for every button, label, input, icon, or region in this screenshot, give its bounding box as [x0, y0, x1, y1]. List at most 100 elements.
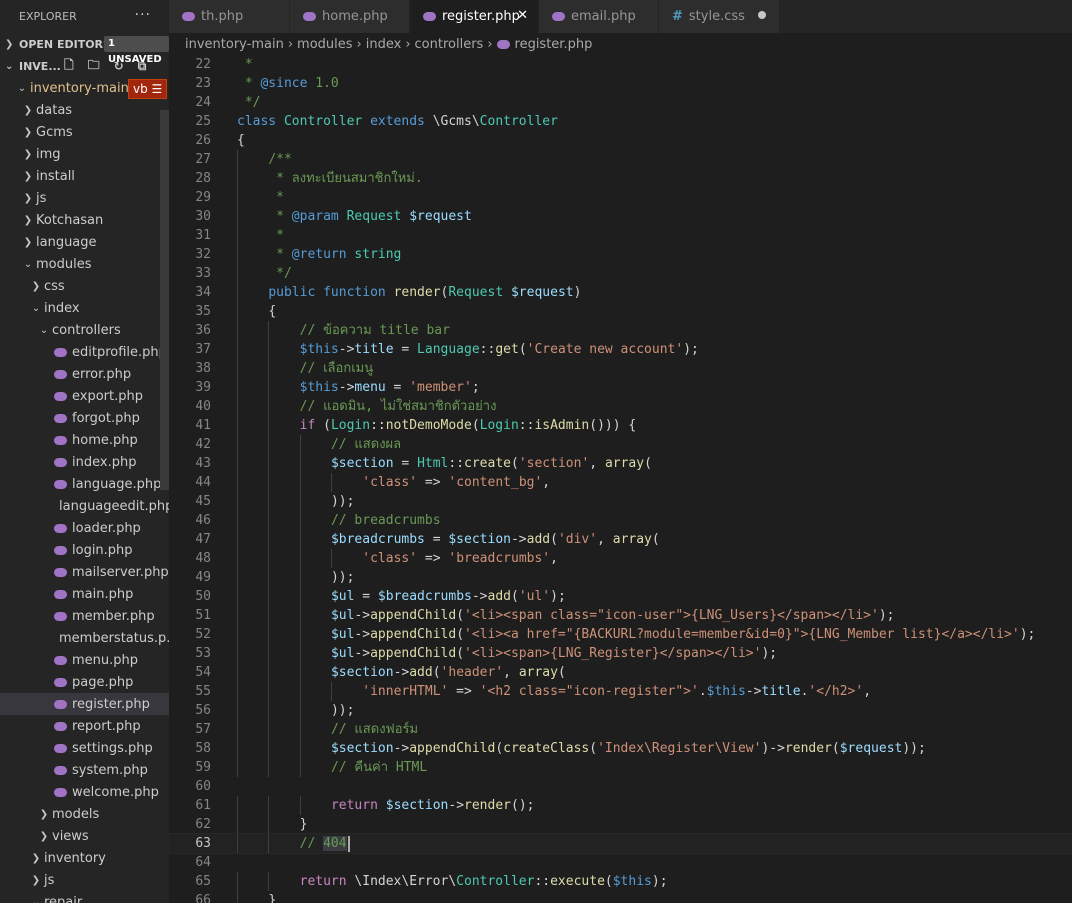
tree-file[interactable]: settings.php: [0, 737, 169, 759]
tab-th-php[interactable]: th.php: [169, 0, 290, 33]
tree-file[interactable]: page.php: [0, 671, 169, 693]
tree-file[interactable]: login.php: [0, 539, 169, 561]
code-line[interactable]: 45));: [169, 492, 1072, 511]
code-line[interactable]: 44 'class' => 'content_bg',: [169, 473, 1072, 492]
code-line[interactable]: 58 $section->appendChild(createClass('Ind…: [169, 739, 1072, 758]
tree-root-folder[interactable]: ⌄ inventory-main vb ☰: [0, 77, 169, 99]
tree-folder[interactable]: ⌄ controllers: [0, 319, 169, 341]
code-line[interactable]: 63 // 404: [169, 833, 1072, 854]
code-line[interactable]: 66}: [169, 891, 1072, 903]
code-line[interactable]: 43 $section = Html::create('section', arr…: [169, 454, 1072, 473]
code-line[interactable]: 65 return \Index\Error\Controller::execut…: [169, 872, 1072, 891]
code-line[interactable]: 47 $breadcrumbs = $section->add('div', ar…: [169, 530, 1072, 549]
tree-file[interactable]: mailserver.php: [0, 561, 169, 583]
code-line[interactable]: 35 {: [169, 302, 1072, 321]
tree-folder[interactable]: ❯ css: [0, 275, 169, 297]
code-line[interactable]: 24 */: [169, 93, 1072, 112]
tree-folder[interactable]: ❯ install: [0, 165, 169, 187]
refresh-icon[interactable]: ↻: [114, 59, 124, 73]
tree-folder[interactable]: ❯ views: [0, 825, 169, 847]
breadcrumb-item[interactable]: inventory-main: [185, 37, 284, 52]
tree-file[interactable]: menu.php: [0, 649, 169, 671]
code-line[interactable]: 55 'innerHTML' => '<h2 class="icon-regist…: [169, 682, 1072, 701]
close-icon[interactable]: ✕: [517, 8, 528, 23]
tree-folder[interactable]: ❯ js: [0, 187, 169, 209]
breadcrumb-item[interactable]: modules: [297, 37, 353, 52]
code-line[interactable]: 38 // เลือกเมนู: [169, 359, 1072, 378]
code-line[interactable]: 61 return $section->render();: [169, 796, 1072, 815]
tree-file[interactable]: member.php: [0, 605, 169, 627]
tree-folder[interactable]: ❯ inventory: [0, 847, 169, 869]
tree-file[interactable]: error.php: [0, 363, 169, 385]
tab-register-php[interactable]: register.php ✕: [410, 0, 539, 33]
breadcrumb-item[interactable]: index: [366, 37, 402, 52]
code-line[interactable]: 28 * ลงทะเบียนสมาชิกใหม่.: [169, 169, 1072, 188]
open-editors-section[interactable]: ❯ OPEN EDITORS 1 UNSAVED: [0, 33, 169, 65]
breadcrumb-item[interactable]: register.php: [515, 37, 593, 52]
unsaved-dot-icon[interactable]: [758, 11, 766, 19]
code-line[interactable]: 42 // แสดงผล: [169, 435, 1072, 454]
tree-file[interactable]: languageedit.php: [0, 495, 169, 517]
tree-file[interactable]: main.php: [0, 583, 169, 605]
tree-file[interactable]: report.php: [0, 715, 169, 737]
code-line[interactable]: 41 if (Login::notDemoMode(Login::isAdmin(…: [169, 416, 1072, 435]
tree-folder[interactable]: ❯ models: [0, 803, 169, 825]
code-line[interactable]: 25 class Controller extends \Gcms\Control…: [169, 112, 1072, 131]
tree-file[interactable]: loader.php: [0, 517, 169, 539]
code-line[interactable]: 49));: [169, 568, 1072, 587]
tree-file[interactable]: register.php: [0, 693, 169, 715]
code-line[interactable]: 40 // แอดมิน, ไม่ใช่สมาชิกตัวอย่าง: [169, 397, 1072, 416]
tree-file[interactable]: language.php: [0, 473, 169, 495]
code-line[interactable]: 34 public function render(Request $reques…: [169, 283, 1072, 302]
tree-file[interactable]: system.php: [0, 759, 169, 781]
tree-file[interactable]: editprofile.php: [0, 341, 169, 363]
code-line[interactable]: 31 *: [169, 226, 1072, 245]
tree-file[interactable]: index.php: [0, 451, 169, 473]
tree-folder[interactable]: ❯ Gcms: [0, 121, 169, 143]
tree-file[interactable]: memberstatus.p...: [0, 627, 169, 649]
tab-style-css[interactable]: # style.css: [659, 0, 780, 33]
code-line[interactable]: 56));: [169, 701, 1072, 720]
more-actions-icon[interactable]: ···: [135, 7, 151, 23]
tab-home-php[interactable]: home.php: [290, 0, 410, 33]
code-line[interactable]: 54 $section->add('header', array(: [169, 663, 1072, 682]
code-line[interactable]: 36 // ข้อความ title bar: [169, 321, 1072, 340]
code-line[interactable]: 32 * @return string: [169, 245, 1072, 264]
tree-folder[interactable]: ❯ datas: [0, 99, 169, 121]
tree-folder[interactable]: ❯ language: [0, 231, 169, 253]
code-line[interactable]: 23 * @since 1.0: [169, 74, 1072, 93]
code-line[interactable]: 46 // breadcrumbs: [169, 511, 1072, 530]
code-line[interactable]: 27 /**: [169, 150, 1072, 169]
code-line[interactable]: 62}: [169, 815, 1072, 834]
code-line[interactable]: 29 *: [169, 188, 1072, 207]
collapse-all-icon[interactable]: ⧉: [138, 59, 147, 74]
code-line[interactable]: 33 */: [169, 264, 1072, 283]
tree-file[interactable]: welcome.php: [0, 781, 169, 803]
tree-file[interactable]: home.php: [0, 429, 169, 451]
code-line[interactable]: 50 $ul = $breadcrumbs->add('ul');: [169, 587, 1072, 606]
code-line[interactable]: 37 $this->title = Language::get('Create n…: [169, 340, 1072, 359]
tree-folder[interactable]: ❯ Kotchasan: [0, 209, 169, 231]
code-line[interactable]: 51 $ul->appendChild('<li><span class="ico…: [169, 606, 1072, 625]
code-line[interactable]: 64: [169, 853, 1072, 872]
breadcrumb-item[interactable]: controllers: [415, 37, 484, 52]
tree-file[interactable]: export.php: [0, 385, 169, 407]
tree-folder[interactable]: ❯ img: [0, 143, 169, 165]
code-line[interactable]: 22 *: [169, 55, 1072, 74]
tree-file[interactable]: forgot.php: [0, 407, 169, 429]
new-folder-icon[interactable]: 🗀: [88, 56, 100, 77]
code-line[interactable]: 39 $this->menu = 'member';: [169, 378, 1072, 397]
tree-folder[interactable]: ⌄ modules: [0, 253, 169, 275]
sidebar-scrollbar[interactable]: [160, 110, 169, 490]
tree-folder[interactable]: ⌄ index: [0, 297, 169, 319]
workspace-section[interactable]: ⌄ INVE... 🗋 🗀 ↻ ⧉: [0, 55, 169, 77]
tree-folder[interactable]: ❯ js: [0, 869, 169, 891]
code-editor[interactable]: 22 * 23 * @since 1.0 24 */25 class Controll…: [169, 55, 1072, 903]
code-line[interactable]: 60: [169, 777, 1072, 796]
code-line[interactable]: 30 * @param Request $request: [169, 207, 1072, 226]
tree-folder[interactable]: ⌄ repair: [0, 891, 169, 903]
new-file-icon[interactable]: 🗋: [64, 56, 74, 77]
vb-badge[interactable]: vb ☰: [128, 79, 168, 99]
tab-email-php[interactable]: email.php: [539, 0, 659, 33]
code-line[interactable]: 52 $ul->appendChild('<li><a href="{BACKUR…: [169, 625, 1072, 644]
